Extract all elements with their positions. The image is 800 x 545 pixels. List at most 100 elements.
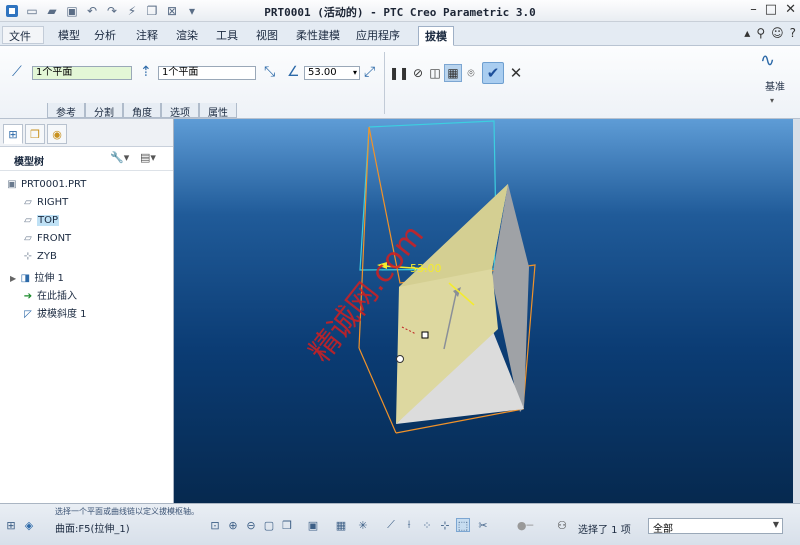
flip-angle-icon[interactable]: ⤢ (364, 64, 375, 80)
tree-item-right[interactable]: ▱ RIGHT (22, 197, 68, 213)
draft-angle-value: 53.00 (308, 67, 337, 78)
tree-item-front[interactable]: ▱ FRONT (22, 233, 71, 249)
subtab-properties[interactable]: 属性 (199, 103, 237, 119)
tab-render[interactable]: 渲染 (170, 26, 204, 44)
window-title: PRT0001 (活动的) - PTC Creo Parametric 3.0 (264, 6, 536, 19)
view-manager-icon[interactable]: ▦ (334, 518, 348, 532)
find-icon[interactable]: ⚇ (555, 518, 569, 532)
message-area: 选择一个平面或曲线链以定义拔模枢轴。 (55, 507, 199, 516)
tree-item-part[interactable]: ▣ PRT0001.PRT (6, 179, 86, 195)
datum-icon[interactable]: ∿ (760, 50, 775, 71)
tab-file[interactable]: 文件 ▾ (2, 26, 44, 57)
vertical-scrollbar[interactable] (793, 119, 800, 503)
preview-icon[interactable]: ◫ (426, 64, 444, 82)
glasses-icon[interactable]: ⌾ (462, 64, 480, 82)
tab-tools[interactable]: 工具 (210, 26, 244, 44)
community-icon[interactable]: ☺ (771, 26, 784, 40)
chevron-down-icon: ▾ (352, 68, 357, 77)
repaint-icon[interactable]: ▢ (262, 518, 276, 532)
datum-label[interactable]: 基准 (765, 78, 785, 93)
draft-angle-field[interactable]: 53.00 ▾ (304, 66, 360, 80)
selected-item-text: 曲面:F5(拉伸_1) (55, 524, 130, 535)
datum-display-icon[interactable]: ⟋ (384, 518, 398, 532)
angle-icon: ∠ (287, 64, 300, 80)
csys-display-icon[interactable]: ⊹ (438, 518, 452, 532)
circle-drag-handle[interactable] (396, 355, 404, 363)
ribbon-tab-bar: 文件 ▾ 模型 分析 注释 渲染 工具 视图 柔性建模 应用程序 拔模 ▴ ⚲ … (0, 22, 800, 57)
maximize-icon[interactable]: □ (765, 2, 777, 17)
model-tree-header: 模型树 🔧▾ ▤▾ (0, 147, 173, 171)
angle-dimension[interactable]: 53.00 (410, 262, 442, 275)
verify-mode-icon[interactable]: ▦ (444, 64, 462, 82)
tab-view[interactable]: 视图 (250, 26, 284, 44)
tab-applications[interactable]: 应用程序 (350, 26, 406, 44)
saved-orientation-icon[interactable]: ▣ (306, 518, 320, 532)
datum-plane-icon: ▱ (24, 197, 32, 208)
tab-annotate[interactable]: 注释 (130, 26, 164, 44)
record-icon[interactable]: ●─ (517, 518, 533, 532)
tree-item-label: TOP (37, 215, 60, 226)
datum-plane-icon: ▱ (24, 215, 32, 226)
help-icons: ▴ ⚲ ☺ ? (744, 26, 796, 40)
tree-item-csys[interactable]: ⊹ ZYB (22, 251, 57, 267)
point-display-icon[interactable]: ⁘ (420, 518, 434, 532)
ribbon-separator (384, 52, 385, 114)
spin-center-icon[interactable]: ✂ (476, 518, 490, 532)
cancel-icon[interactable]: ✕ (507, 64, 525, 82)
axis-display-icon[interactable]: ⟊ (402, 518, 416, 532)
graphics-window[interactable]: 53.00 精诚网.com (174, 119, 793, 503)
tree-item-label: PRT0001.PRT (21, 179, 87, 190)
tree-item-label: ZYB (37, 251, 57, 262)
subtab-angles[interactable]: 角度 (123, 103, 161, 119)
zoom-in-icon[interactable]: ⊕ (226, 518, 240, 532)
tree-item-label: FRONT (37, 233, 72, 244)
tree-item-draft[interactable]: ◸ 拔模斜度 1 (22, 305, 86, 321)
perspective-icon[interactable]: ✳ (356, 518, 370, 532)
tree-show-icon[interactable]: ▤▾ (140, 151, 156, 164)
tree-item-insert-here[interactable]: ➔ 在此插入 (22, 287, 77, 303)
tree-settings-icon[interactable]: 🔧▾ (110, 151, 129, 164)
chevron-down-icon: ▼ (772, 520, 779, 529)
search-icon[interactable]: ⚲ (756, 26, 765, 40)
ok-button[interactable]: ✔ (482, 62, 504, 84)
datum-dropdown-icon[interactable]: ▾ (770, 96, 774, 105)
display-style-icon[interactable]: ❒ (280, 518, 294, 532)
zoom-out-icon[interactable]: ⊖ (244, 518, 258, 532)
folder-browser-tab-icon[interactable]: ❒ (25, 124, 45, 144)
help-icon[interactable]: ? (790, 26, 796, 40)
tree-item-top[interactable]: ▱ TOP (22, 215, 60, 231)
selection-filter-dropdown[interactable]: 全部 ▼ (648, 518, 783, 535)
tab-model[interactable]: 模型 (52, 26, 86, 44)
status-bar: ⊞ ◈ 选择一个平面或曲线链以定义拔模枢轴。 曲面:F5(拉伸_1) ⊡ ⊕ ⊖… (0, 503, 800, 545)
tab-file-label: 文件 (9, 30, 31, 43)
expand-arrow-icon[interactable]: ▶ (10, 274, 16, 283)
minimize-icon[interactable]: – (750, 2, 757, 17)
toggle-navigator-icon[interactable]: ⊞ (4, 518, 18, 532)
tree-item-label: 拉伸 1 (34, 273, 64, 284)
tab-flexible-modeling[interactable]: 柔性建模 (290, 26, 346, 44)
draft-dashboard: ⟋ 1个平面 ⇡ 1个平面 ⤡ ∠ 53.00 ▾ ⤢ 参考 分割 角度 选项 属… (0, 46, 800, 119)
annotation-display-icon[interactable]: ⬚ (456, 518, 470, 532)
draft-surface-field[interactable]: 1个平面 (32, 66, 132, 80)
model-tree-tab-icon[interactable]: ⊞ (3, 124, 23, 144)
toggle-browser-icon[interactable]: ◈ (22, 518, 36, 532)
minimize-ribbon-icon[interactable]: ▴ (744, 26, 750, 40)
close-icon[interactable]: ✕ (785, 2, 796, 17)
subtab-references[interactable]: 参考 (47, 103, 85, 119)
refit-icon[interactable]: ⊡ (208, 518, 222, 532)
subtab-options[interactable]: 选项 (161, 103, 199, 119)
no-preview-icon[interactable]: ⊘ (409, 64, 427, 82)
tab-draft[interactable]: 拔模 (418, 26, 454, 46)
pause-icon[interactable]: ❚❚ (389, 64, 409, 82)
model-graphics[interactable]: 53.00 精诚网.com (174, 119, 793, 503)
tree-item-extrude[interactable]: ▶ ◨ 拉伸 1 (10, 269, 64, 285)
flip-direction-icon[interactable]: ⤡ (264, 64, 275, 80)
favorites-tab-icon[interactable]: ◉ (47, 124, 67, 144)
model-tree-panel: ⊞ ❒ ◉ 模型树 🔧▾ ▤▾ ▣ PRT0001.PRT ▱ RIGHT ▱ TOP… (0, 119, 174, 503)
tree-item-label: RIGHT (37, 197, 69, 208)
tab-analysis[interactable]: 分析 (88, 26, 122, 44)
subtab-split[interactable]: 分割 (85, 103, 123, 119)
pull-direction-field[interactable]: 1个平面 (158, 66, 256, 80)
square-drag-handle[interactable] (421, 331, 429, 339)
part-icon: ▣ (7, 179, 17, 190)
